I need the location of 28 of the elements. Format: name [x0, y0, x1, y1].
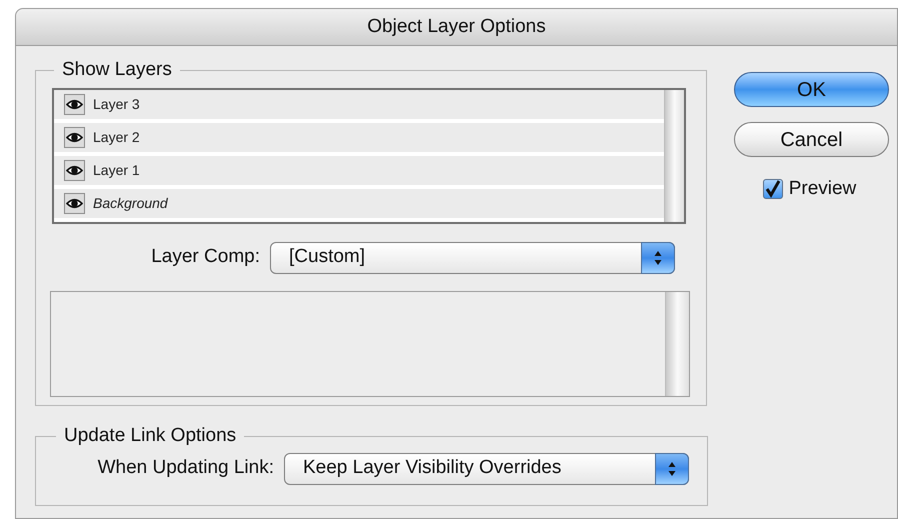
checkmark-icon — [764, 180, 781, 198]
dialog-button[interactable]: OK — [734, 72, 889, 107]
stepper-icon — [655, 452, 689, 484]
eye-icon — [66, 198, 83, 208]
visibility-toggle[interactable] — [64, 126, 85, 148]
window-title: Object Layer Options — [367, 14, 546, 39]
scrollbar[interactable] — [665, 292, 689, 396]
stepper-icon — [641, 242, 675, 274]
visibility-toggle[interactable] — [64, 192, 85, 214]
preview-checkbox[interactable] — [762, 179, 783, 200]
layer-name: Layer 1 — [93, 160, 140, 180]
eye-icon — [66, 164, 83, 176]
layer-name: Layer 2 — [93, 128, 140, 147]
preview-label: Preview — [788, 177, 856, 201]
visibility-toggle[interactable] — [64, 94, 85, 114]
update-link-dropdown[interactable]: Keep Layer Visibility Overrides — [284, 452, 689, 484]
group-title: Show Layers — [61, 58, 173, 82]
layer-name: Background — [93, 194, 168, 213]
eye-icon — [66, 132, 83, 142]
layer-name: Layer 3 — [93, 94, 140, 114]
scrollbar[interactable] — [664, 90, 684, 222]
when-updating-label: When Updating Link: — [96, 456, 275, 480]
layer-comp-dropdown[interactable]: [Custom] — [270, 242, 675, 274]
group-title: Update Link Options — [63, 424, 238, 448]
dialog-button[interactable]: Cancel — [734, 122, 889, 157]
eye-icon — [66, 98, 83, 110]
layer-comp-label: Layer Comp: — [150, 245, 261, 270]
visibility-toggle[interactable] — [64, 160, 85, 180]
